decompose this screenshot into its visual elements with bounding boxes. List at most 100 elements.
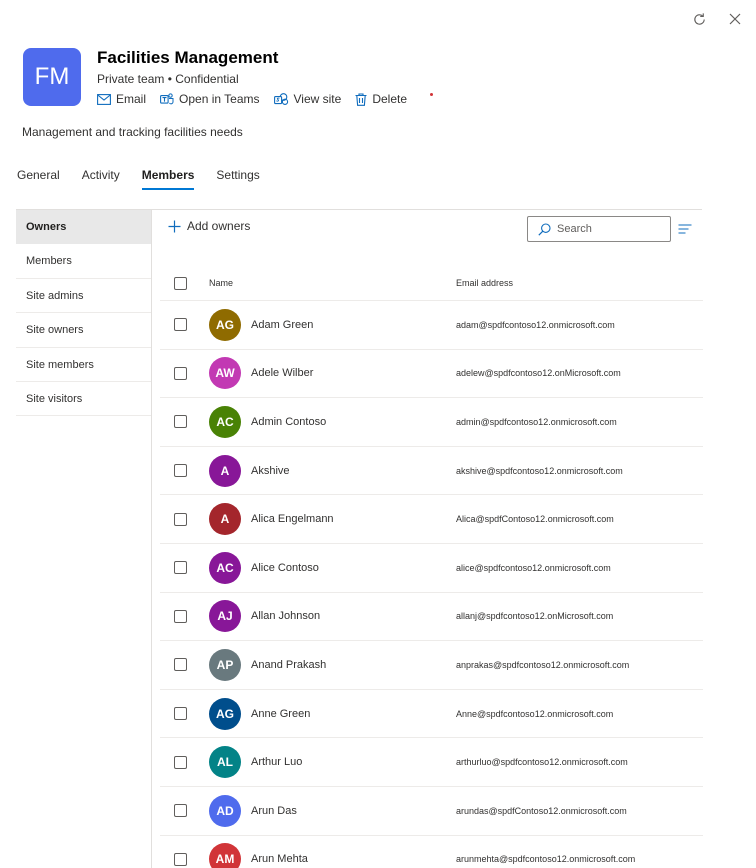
tab-activity[interactable]: Activity — [82, 168, 120, 190]
table-row[interactable]: AC Admin Contoso admin@spdfcontoso12.onmic… — [160, 398, 703, 447]
person-email: arunmehta@spdfcontoso12.onmicrosoft.com — [456, 854, 636, 865]
person-name[interactable]: Adam Green — [251, 319, 313, 331]
person-email: adelew@spdfcontoso12.onMicrosoft.com — [456, 368, 621, 379]
row-checkbox[interactable] — [174, 464, 187, 478]
column-header-name[interactable]: Name — [209, 278, 233, 288]
person-email: anprakas@spdfcontoso12.onmicrosoft.com — [456, 659, 630, 670]
person-name[interactable]: Alice Contoso — [251, 562, 319, 574]
view-options-button[interactable] — [678, 221, 692, 239]
avatar: AC — [209, 551, 241, 584]
trash-icon — [355, 92, 367, 106]
owners-toolbar: Add owners — [168, 216, 698, 242]
row-checkbox[interactable] — [174, 415, 187, 429]
close-icon[interactable] — [726, 10, 744, 28]
table-row[interactable]: AM Arun Mehta arunmehta@spdfcontoso12.onmi… — [160, 836, 703, 868]
table-row[interactable]: AG Anne Green Anne@spdfcontoso12.onmicroso… — [160, 690, 703, 739]
open-in-teams-label: Open in Teams — [179, 92, 260, 106]
row-checkbox[interactable] — [174, 707, 187, 721]
owners-table: Name Email address AG Adam Green adam@spdf… — [160, 266, 703, 868]
team-name: Facilities Management — [97, 48, 279, 67]
filter-lines-icon — [678, 224, 692, 234]
refresh-icon[interactable] — [690, 10, 708, 28]
avatar: AG — [209, 697, 241, 730]
sidebar-item-site-members[interactable]: Site members — [16, 348, 151, 382]
person-email: alice@spdfcontoso12.onmicrosoft.com — [456, 562, 611, 573]
view-site-button[interactable]: View site — [273, 92, 342, 106]
table-row[interactable]: AL Arthur Luo arthurluo@spdfcontoso12.onmi… — [160, 738, 703, 787]
sidebar-item-members[interactable]: Members — [16, 244, 151, 279]
select-all-checkbox[interactable] — [174, 276, 187, 290]
avatar: AJ — [209, 600, 241, 633]
window-actions — [690, 10, 744, 28]
table-row[interactable]: AW Adele Wilber adelew@spdfcontoso12.onMic… — [160, 350, 703, 399]
person-email: arundas@spdfContoso12.onmicrosoft.com — [456, 805, 627, 816]
sharepoint-icon — [273, 92, 288, 105]
members-sidebar: Owners Members Site admins Site owners S… — [16, 210, 152, 868]
row-checkbox[interactable] — [174, 755, 187, 769]
table-row[interactable]: AD Arun Das arundas@spdfContoso12.onmicros… — [160, 787, 703, 836]
open-in-teams-button[interactable]: Open in Teams — [160, 92, 260, 106]
table-row[interactable]: AJ Allan Johnson allanj@spdfcontoso12.onMi… — [160, 593, 703, 642]
row-checkbox[interactable] — [174, 318, 187, 332]
person-name[interactable]: Anand Prakash — [251, 659, 326, 671]
team-privacy: Private team • Confidential — [97, 72, 239, 86]
person-name[interactable]: Admin Contoso — [251, 416, 326, 428]
row-checkbox[interactable] — [174, 852, 187, 866]
mail-icon — [97, 93, 111, 105]
table-row[interactable]: A Alica Engelmann Alica@spdfContoso12.onmi… — [160, 495, 703, 544]
team-header: FM Facilities Management Private team • … — [23, 48, 407, 106]
sidebar-item-site-admins[interactable]: Site admins — [16, 279, 151, 314]
tab-bar: General Activity Members Settings — [17, 168, 282, 190]
person-name[interactable]: Adele Wilber — [251, 367, 313, 379]
row-checkbox[interactable] — [174, 804, 187, 818]
sidebar-item-owners[interactable]: Owners — [16, 210, 151, 245]
add-owners-label: Add owners — [187, 219, 251, 233]
avatar: AM — [209, 843, 241, 868]
avatar: AC — [209, 405, 241, 438]
row-checkbox[interactable] — [174, 609, 187, 623]
row-checkbox[interactable] — [174, 366, 187, 380]
sidebar-item-site-visitors[interactable]: Site visitors — [16, 382, 151, 417]
row-checkbox[interactable] — [174, 658, 187, 672]
table-row[interactable]: AP Anand Prakash anprakas@spdfcontoso12.on… — [160, 641, 703, 690]
sidebar-item-site-owners[interactable]: Site owners — [16, 313, 151, 348]
team-avatar: FM — [23, 48, 81, 106]
person-name[interactable]: Arthur Luo — [251, 756, 302, 768]
row-checkbox[interactable] — [174, 561, 187, 575]
delete-button[interactable]: Delete — [355, 92, 407, 106]
search-input[interactable] — [557, 223, 657, 235]
email-button[interactable]: Email — [97, 92, 146, 106]
table-row[interactable]: A Akshive akshive@spdfcontoso12.onmicrosof… — [160, 447, 703, 496]
tab-general[interactable]: General — [17, 168, 60, 190]
person-name[interactable]: Akshive — [251, 465, 290, 477]
row-checkbox[interactable] — [174, 512, 187, 526]
avatar: AP — [209, 648, 241, 681]
team-description: Management and tracking facilities needs — [22, 125, 243, 139]
view-site-label: View site — [293, 92, 342, 106]
column-header-email[interactable]: Email address — [456, 278, 513, 288]
avatar: AD — [209, 794, 241, 827]
person-name[interactable]: Arun Mehta — [251, 853, 308, 865]
person-name[interactable]: Anne Green — [251, 708, 310, 720]
add-owners-button[interactable]: Add owners — [168, 219, 250, 233]
avatar: AL — [209, 746, 241, 779]
avatar: A — [209, 454, 241, 487]
table-row[interactable]: AC Alice Contoso alice@spdfcontoso12.onmic… — [160, 544, 703, 593]
delete-label: Delete — [372, 92, 408, 106]
avatar: AG — [209, 308, 241, 341]
person-name[interactable]: Allan Johnson — [251, 610, 320, 622]
table-row[interactable]: AG Adam Green adam@spdfcontoso12.onmicroso… — [160, 301, 703, 350]
team-info: Facilities Management Private team • Con… — [97, 48, 407, 106]
table-body: AG Adam Green adam@spdfcontoso12.onmicroso… — [160, 301, 703, 868]
person-name[interactable]: Arun Das — [251, 805, 297, 817]
search-box[interactable] — [527, 216, 671, 242]
person-email: akshive@spdfcontoso12.onmicrosoft.com — [456, 465, 623, 476]
avatar: A — [209, 503, 241, 536]
person-name[interactable]: Alica Engelmann — [251, 513, 334, 525]
avatar: AW — [209, 357, 241, 390]
tab-members[interactable]: Members — [141, 168, 194, 190]
teams-icon — [160, 92, 174, 104]
email-button-label: Email — [116, 92, 147, 106]
tab-settings[interactable]: Settings — [216, 168, 259, 190]
person-email: adam@spdfcontoso12.onmicrosoft.com — [456, 319, 615, 330]
